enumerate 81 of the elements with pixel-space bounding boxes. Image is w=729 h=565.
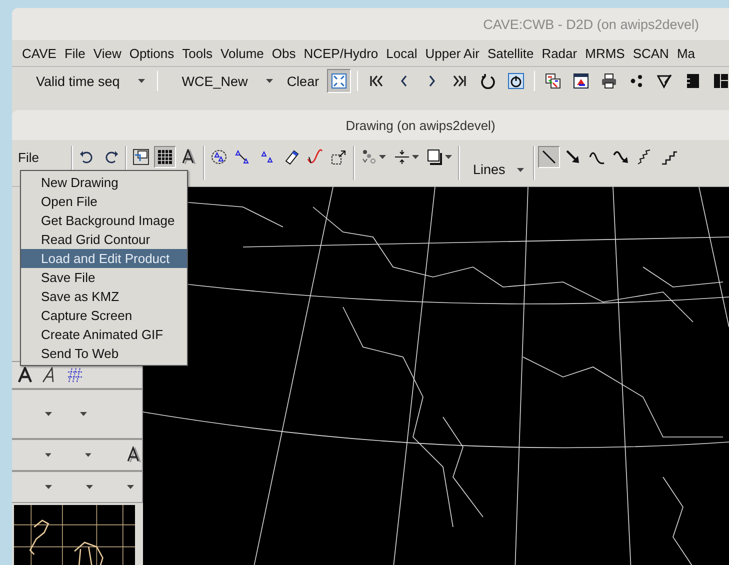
stacked-squares-icon xyxy=(427,149,443,165)
menu-item[interactable]: Ma xyxy=(672,46,700,60)
caret-icon[interactable] xyxy=(138,79,145,83)
caret-icon[interactable] xyxy=(266,79,273,83)
bold-letter-icon[interactable] xyxy=(18,367,34,383)
printer-icon xyxy=(601,73,618,89)
eraser-icon xyxy=(283,149,299,165)
dropdown[interactable]: WCE_New xyxy=(164,74,279,88)
menu-item[interactable]: Create Animated GIF xyxy=(21,325,187,344)
arrow-icon xyxy=(565,149,582,165)
menu-item[interactable]: Read Grid Contour xyxy=(21,230,187,249)
menu-item[interactable]: Save File xyxy=(21,268,187,287)
wavy-arrow-icon xyxy=(613,149,630,165)
skip-first-icon xyxy=(368,73,384,89)
dropdown[interactable]: Valid time seq xyxy=(18,74,151,88)
window-title: CAVE:CWB - D2D (on awips2devel) xyxy=(483,16,699,32)
menu-item[interactable]: New Drawing xyxy=(21,173,187,192)
single-panel-icon xyxy=(685,73,702,89)
menu-item[interactable]: Tools xyxy=(178,46,217,60)
vertical-split-icon xyxy=(394,149,410,165)
menu-item[interactable]: Load and Edit Product xyxy=(21,249,187,268)
color-frame-icon xyxy=(573,73,590,89)
toolbar-button[interactable] xyxy=(538,146,560,168)
menu-item[interactable]: CAVE xyxy=(18,46,60,60)
menu-item[interactable]: Local xyxy=(382,46,422,60)
caret-icon[interactable] xyxy=(80,412,87,416)
lasso-triangles-icon xyxy=(211,149,227,165)
text-shadow-icon xyxy=(181,149,197,165)
caret-icon[interactable] xyxy=(517,168,524,172)
caret-icon[interactable] xyxy=(45,453,52,457)
caret-icon[interactable] xyxy=(86,485,93,489)
loop-box-icon xyxy=(508,73,524,89)
hatched-shape-icon[interactable] xyxy=(66,367,84,383)
fit-screen-icon xyxy=(331,73,348,89)
layers-swap-icon xyxy=(545,73,562,89)
stairs-line-icon xyxy=(661,149,678,165)
undo-icon xyxy=(79,149,95,165)
curve-icon xyxy=(307,149,323,165)
redo-icon xyxy=(103,149,119,165)
caret-icon[interactable] xyxy=(45,485,52,489)
grid-icon xyxy=(157,149,173,165)
menu-item[interactable]: File xyxy=(60,46,90,60)
resize-box-icon xyxy=(331,149,347,165)
menu-item[interactable]: Volume xyxy=(216,46,268,60)
menu-item[interactable]: Open File xyxy=(21,192,187,211)
menu-item[interactable]: Send To Web xyxy=(21,344,187,363)
map-thumbnail[interactable] xyxy=(14,505,135,565)
caret-icon[interactable] xyxy=(127,485,134,489)
menu-item[interactable]: SCAN xyxy=(628,46,673,60)
caret-icon[interactable] xyxy=(412,155,419,159)
menu-item[interactable]: Save as KMZ xyxy=(21,287,187,306)
menu-item[interactable]: Capture Screen xyxy=(21,306,187,325)
menu-item[interactable]: Options xyxy=(125,46,178,60)
file-menu[interactable]: File xyxy=(12,147,68,169)
copy-triangles-icon xyxy=(259,149,275,165)
symbol-dots-icon xyxy=(361,149,377,165)
layer-frame-icon xyxy=(133,149,149,165)
loop-icon xyxy=(480,73,496,89)
menu-item[interactable]: MRMS xyxy=(581,46,629,60)
pen-triangle-icon xyxy=(657,73,674,89)
split-panel-icon xyxy=(713,73,729,89)
menu-item[interactable]: View xyxy=(89,46,126,60)
menu-item[interactable]: Obs xyxy=(268,46,300,60)
move-triangles-icon xyxy=(235,149,251,165)
menu-item[interactable]: Radar xyxy=(538,46,582,60)
toolbar-button[interactable] xyxy=(130,146,152,168)
caret-icon[interactable] xyxy=(45,412,52,416)
menu-item[interactable]: NCEP/Hydro xyxy=(300,46,382,60)
menu-item[interactable]: Satellite xyxy=(483,46,538,60)
menu-item[interactable]: Upper Air xyxy=(421,46,484,60)
dropdown[interactable]: Lines xyxy=(463,162,530,177)
caret-icon[interactable] xyxy=(85,453,92,457)
toolbar-button[interactable] xyxy=(154,146,176,168)
text-shadow-icon[interactable] xyxy=(126,446,142,464)
window-title: Drawing (on awips2devel) xyxy=(346,118,496,132)
caret-icon[interactable] xyxy=(445,155,452,159)
caret-icon[interactable] xyxy=(379,155,386,159)
menu-item[interactable]: Get Background Image xyxy=(21,211,187,230)
diagonal-line-icon xyxy=(541,149,558,165)
clear-button[interactable]: Clear xyxy=(282,72,324,90)
skip-last-icon xyxy=(452,73,468,89)
